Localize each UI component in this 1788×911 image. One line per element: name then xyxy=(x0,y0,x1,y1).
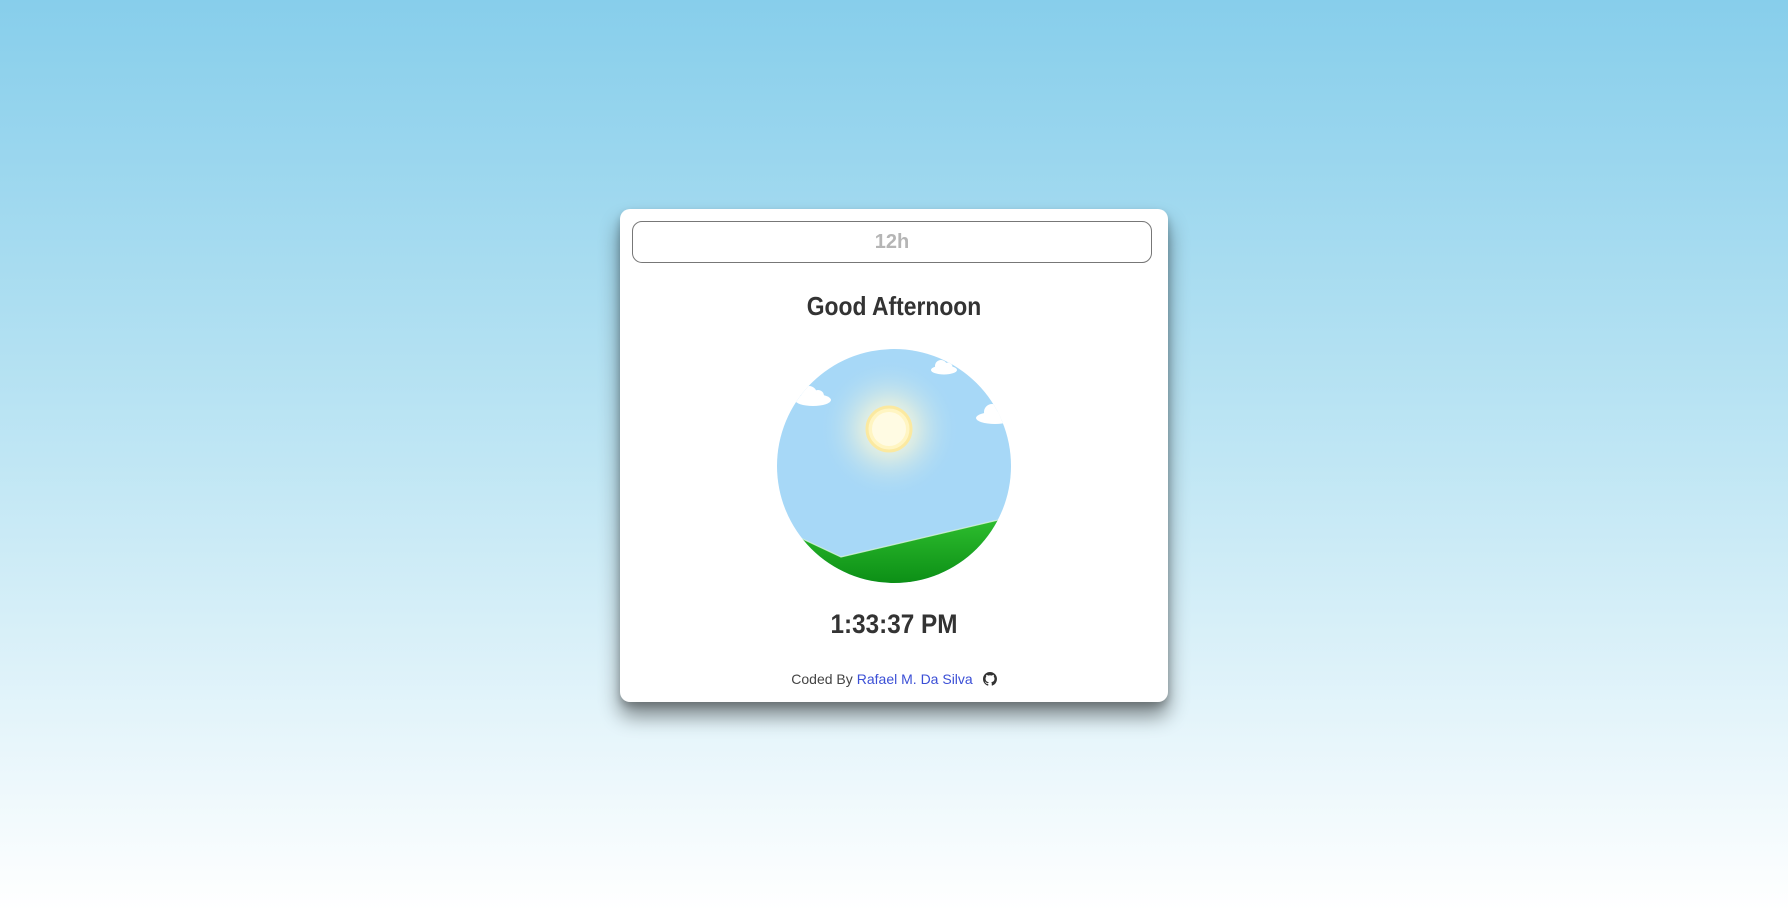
sun-icon xyxy=(865,405,913,453)
greeting-heading: Good Afternoon xyxy=(806,291,982,321)
footer-credit: Coded By Rafael M. Da Silva xyxy=(620,671,1168,687)
daytime-scene xyxy=(777,349,1011,583)
clock-card: 12h Good Afternoon 1:33:37 PM Coded By R… xyxy=(620,209,1168,702)
scene-illustration xyxy=(777,349,1011,583)
current-time: 1:33:37 PM xyxy=(830,609,958,639)
author-link[interactable]: Rafael M. Da Silva xyxy=(857,671,973,687)
time-format-toggle-button[interactable]: 12h xyxy=(632,221,1152,263)
footer-prefix: Coded By xyxy=(791,671,853,687)
github-icon[interactable] xyxy=(982,672,997,686)
